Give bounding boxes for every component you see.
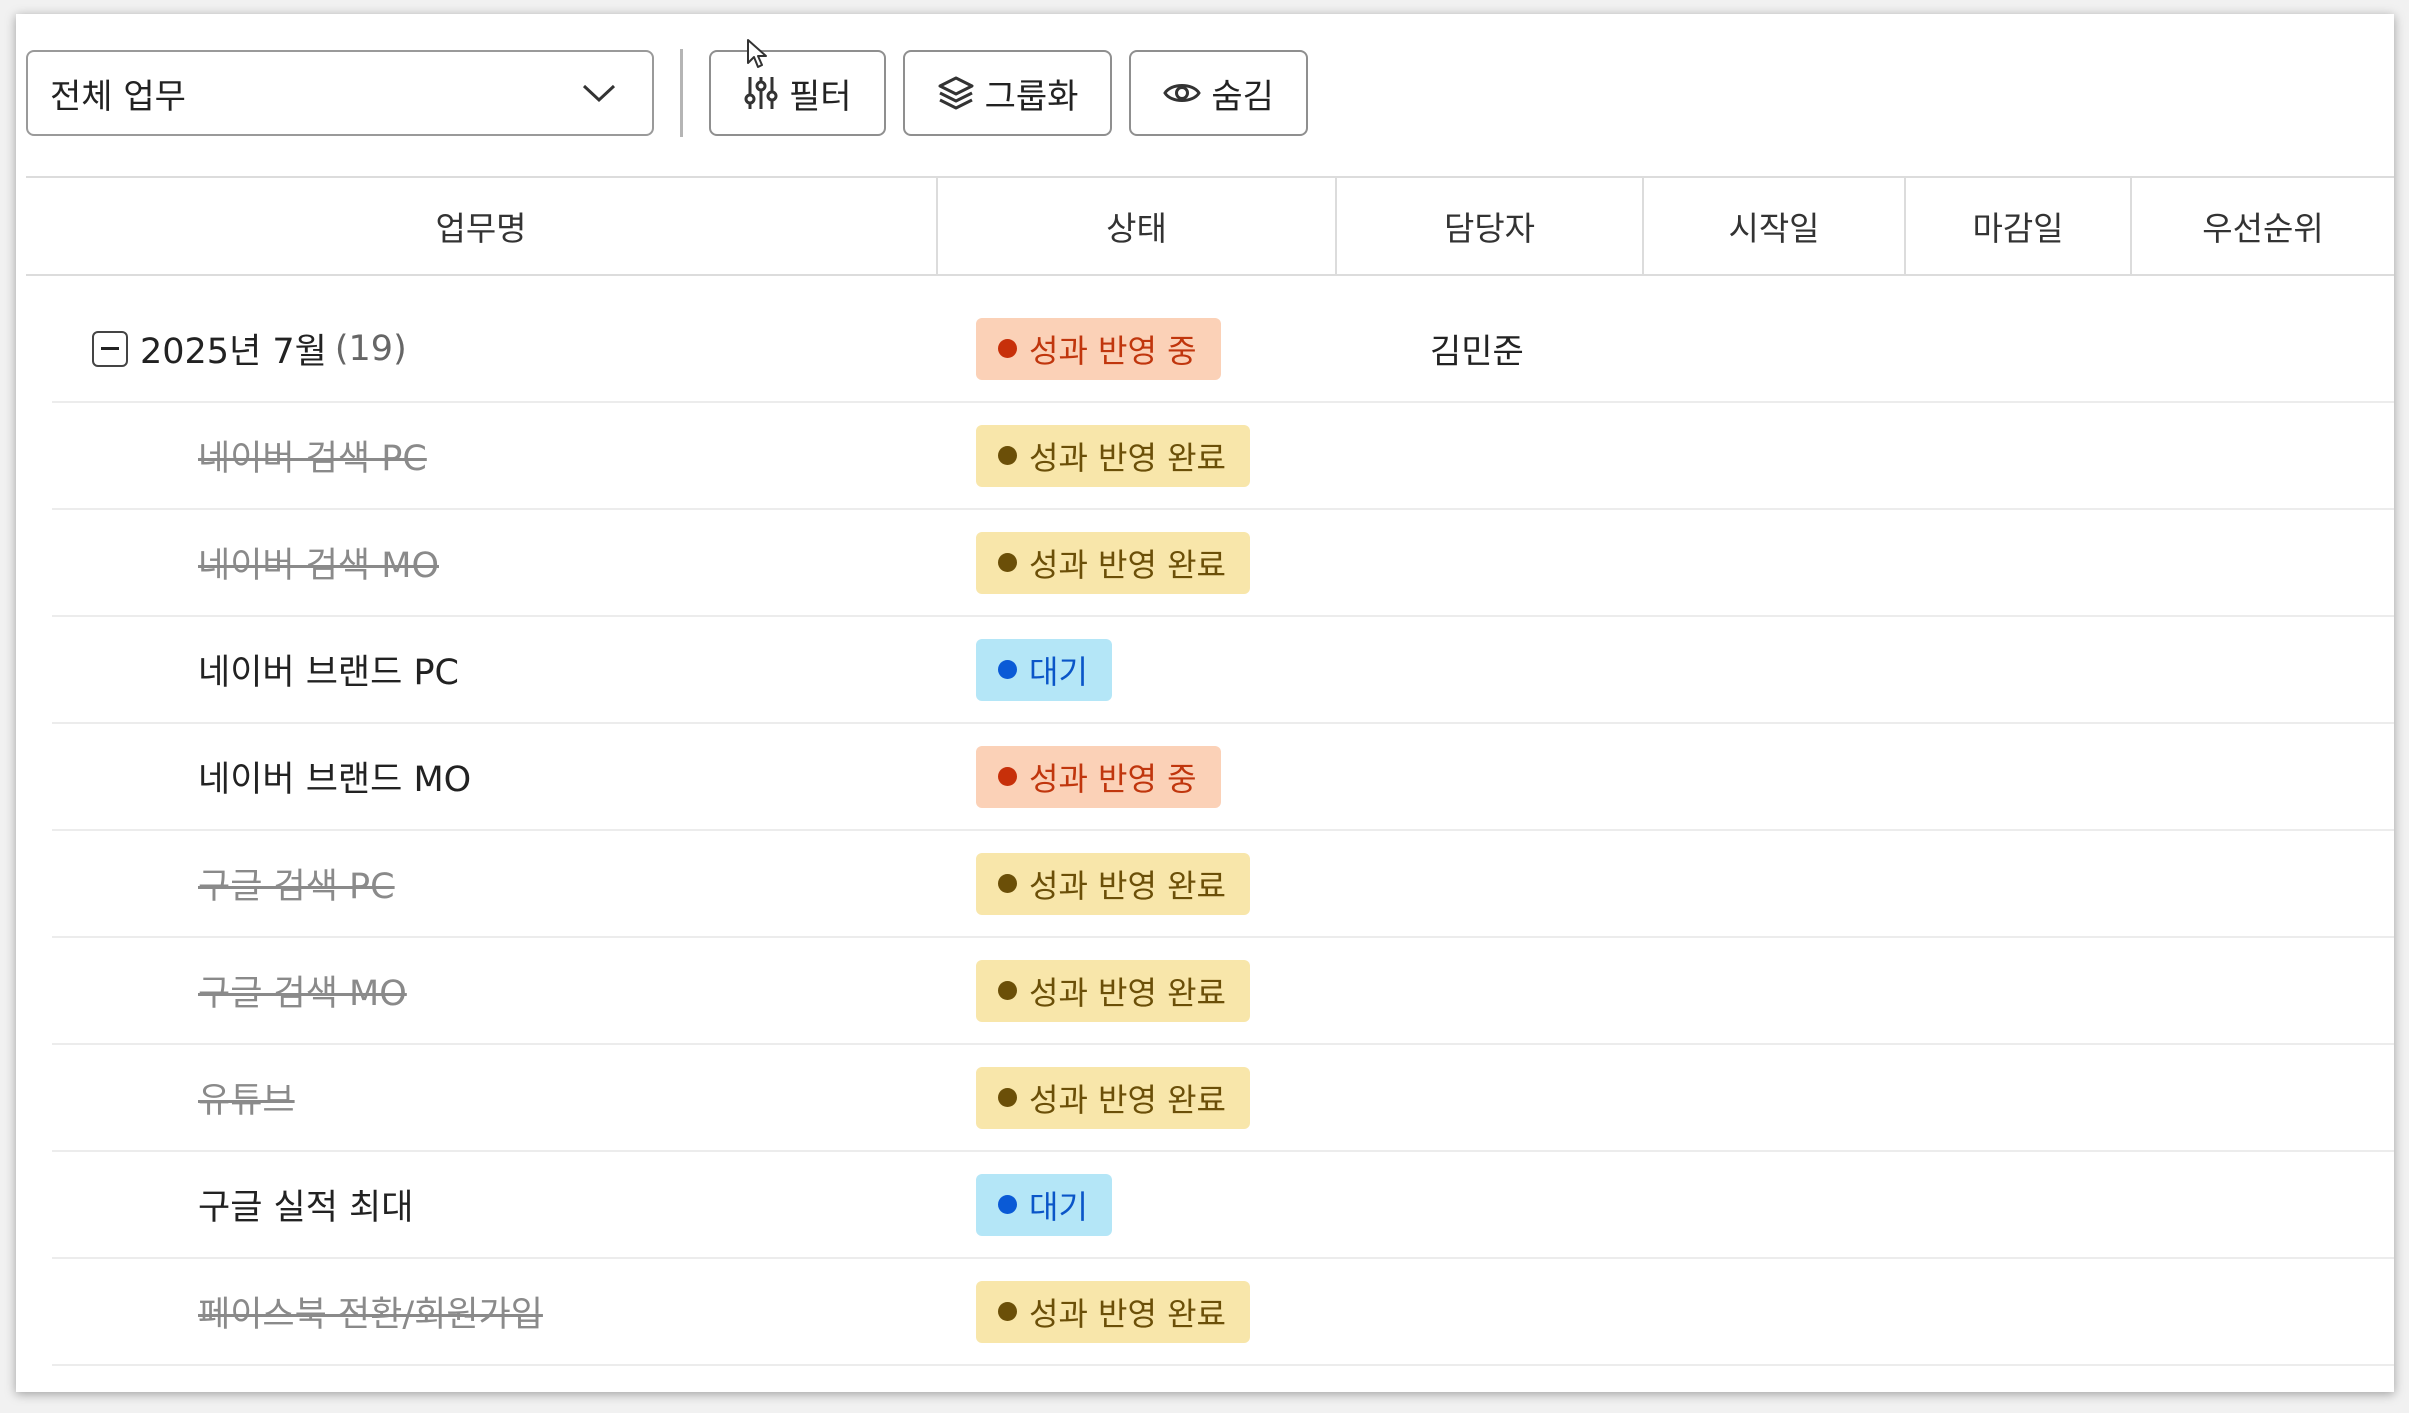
task-name-cell: 페이스북 전환/회원가입 bbox=[198, 1295, 543, 1335]
status-badge[interactable]: 성과 반영 완료 bbox=[976, 424, 1250, 487]
status-badge-label: 대기 bbox=[1029, 652, 1088, 691]
table-body: 2025년 7월 (19) 성과 반영 중 김민준 네이버 검색 PC 성과 반… bbox=[52, 296, 2394, 1366]
task-name-cell: 구글 검색 PC bbox=[198, 867, 395, 907]
status-dot-icon bbox=[998, 767, 1017, 786]
status-dot-icon bbox=[998, 446, 1017, 465]
status-dot-icon bbox=[998, 874, 1017, 893]
task-name-cell: 구글 검색 MO bbox=[198, 974, 407, 1014]
column-header-priority[interactable]: 우선순위 bbox=[2132, 178, 2394, 274]
status-badge[interactable]: 성과 반영 완료 bbox=[976, 1280, 1250, 1343]
status-cell: 대기 bbox=[976, 617, 1112, 722]
toolbar: 전체 업무 필터 그룹화 숨김 bbox=[26, 48, 1325, 138]
status-badge[interactable]: 성과 반영 중 bbox=[976, 745, 1221, 808]
column-header-assignee[interactable]: 담당자 bbox=[1337, 178, 1644, 274]
status-badge-label: 성과 반영 중 bbox=[1029, 759, 1197, 798]
column-header-status[interactable]: 상태 bbox=[938, 178, 1337, 274]
status-cell: 성과 반영 완료 bbox=[976, 938, 1250, 1043]
table-row[interactable]: 구글 검색 MO 성과 반영 완료 bbox=[52, 938, 2394, 1045]
status-cell: 성과 반영 완료 bbox=[976, 1259, 1250, 1364]
status-dot-icon bbox=[998, 1302, 1017, 1321]
task-name-cell: 네이버 검색 PC bbox=[198, 439, 427, 479]
table-row[interactable]: 네이버 브랜드 PC 대기 bbox=[52, 617, 2394, 724]
task-name-cell: 유튜브 bbox=[198, 1081, 295, 1121]
status-badge[interactable]: 성과 반영 완료 bbox=[976, 852, 1250, 915]
status-dot-icon bbox=[998, 553, 1017, 572]
task-name-cell: 네이버 브랜드 PC bbox=[198, 653, 459, 693]
column-header-task-name[interactable]: 업무명 bbox=[26, 178, 938, 274]
status-dot-icon bbox=[998, 1088, 1017, 1107]
status-cell: 성과 반영 중 bbox=[976, 296, 1221, 401]
hide-button[interactable]: 숨김 bbox=[1129, 50, 1308, 136]
status-badge[interactable]: 대기 bbox=[976, 638, 1112, 701]
table-row[interactable]: 유튜브 성과 반영 완료 bbox=[52, 1045, 2394, 1152]
filter-button[interactable]: 필터 bbox=[709, 50, 886, 136]
table-row[interactable]: 네이버 브랜드 MO 성과 반영 중 bbox=[52, 724, 2394, 831]
table-row[interactable]: 네이버 검색 PC 성과 반영 완료 bbox=[52, 403, 2394, 510]
status-badge-label: 성과 반영 완료 bbox=[1029, 1080, 1226, 1119]
group-button-label: 그룹화 bbox=[984, 76, 1079, 117]
status-cell: 성과 반영 완료 bbox=[976, 1045, 1250, 1150]
status-dot-icon bbox=[998, 339, 1017, 358]
task-view-select[interactable]: 전체 업무 bbox=[26, 50, 654, 136]
status-badge-label: 대기 bbox=[1029, 1187, 1088, 1226]
status-badge-label: 성과 반영 중 bbox=[1029, 331, 1197, 370]
filter-button-label: 필터 bbox=[789, 76, 852, 117]
table-row[interactable]: 페이스북 전환/회원가입 성과 반영 완료 bbox=[52, 1259, 2394, 1366]
column-header-start-date[interactable]: 시작일 bbox=[1644, 178, 1906, 274]
task-name-cell: 구글 실적 최대 bbox=[198, 1188, 414, 1228]
status-cell: 대기 bbox=[976, 1152, 1112, 1257]
sliders-icon bbox=[744, 77, 778, 109]
status-badge[interactable]: 성과 반영 완료 bbox=[976, 531, 1250, 594]
status-cell: 성과 반영 완료 bbox=[976, 831, 1250, 936]
table-header: 업무명 상태 담당자 시작일 마감일 우선순위 bbox=[26, 176, 2394, 276]
status-dot-icon bbox=[998, 981, 1017, 1000]
layers-icon bbox=[938, 76, 974, 110]
table-row[interactable]: 구글 검색 PC 성과 반영 완료 bbox=[52, 831, 2394, 938]
status-dot-icon bbox=[998, 1195, 1017, 1214]
status-badge[interactable]: 대기 bbox=[976, 1173, 1112, 1236]
status-badge-label: 성과 반영 완료 bbox=[1029, 438, 1226, 477]
hide-button-label: 숨김 bbox=[1211, 76, 1274, 117]
group-row[interactable]: 2025년 7월 (19) 성과 반영 중 김민준 bbox=[52, 296, 2394, 403]
status-cell: 성과 반영 완료 bbox=[976, 403, 1250, 508]
task-board-window: 전체 업무 필터 그룹화 숨김 업무명 상태 담당자 시작일 마감일 우선순위 … bbox=[16, 14, 2394, 1392]
table-row[interactable]: 네이버 검색 MO 성과 반영 완료 bbox=[52, 510, 2394, 617]
eye-icon bbox=[1163, 84, 1202, 102]
status-badge[interactable]: 성과 반영 완료 bbox=[976, 959, 1250, 1022]
status-badge[interactable]: 성과 반영 중 bbox=[976, 317, 1221, 380]
task-view-select-value: 전체 업무 bbox=[50, 76, 186, 117]
status-cell: 성과 반영 완료 bbox=[976, 510, 1250, 615]
chevron-down-icon bbox=[582, 84, 616, 103]
column-header-due-date[interactable]: 마감일 bbox=[1906, 178, 2132, 274]
status-dot-icon bbox=[998, 660, 1017, 679]
group-title: 2025년 7월 bbox=[140, 332, 327, 372]
group-button[interactable]: 그룹화 bbox=[902, 50, 1113, 136]
group-count: (19) bbox=[334, 328, 407, 369]
assignee-cell: 김민준 bbox=[1430, 332, 1524, 372]
status-badge-label: 성과 반영 완료 bbox=[1029, 1294, 1226, 1333]
mouse-cursor-icon bbox=[747, 39, 767, 68]
group-name-cell: 2025년 7월 (19) bbox=[52, 296, 407, 401]
collapse-minus-icon[interactable] bbox=[92, 330, 128, 367]
task-name-cell: 네이버 브랜드 MO bbox=[198, 760, 472, 800]
status-badge[interactable]: 성과 반영 완료 bbox=[976, 1066, 1250, 1129]
task-name-cell: 네이버 검색 MO bbox=[198, 546, 439, 586]
status-badge-label: 성과 반영 완료 bbox=[1029, 973, 1226, 1012]
table-row[interactable]: 구글 실적 최대 대기 bbox=[52, 1152, 2394, 1259]
status-badge-label: 성과 반영 완료 bbox=[1029, 866, 1226, 905]
status-cell: 성과 반영 중 bbox=[976, 724, 1221, 829]
toolbar-divider bbox=[680, 49, 683, 137]
status-badge-label: 성과 반영 완료 bbox=[1029, 545, 1226, 584]
